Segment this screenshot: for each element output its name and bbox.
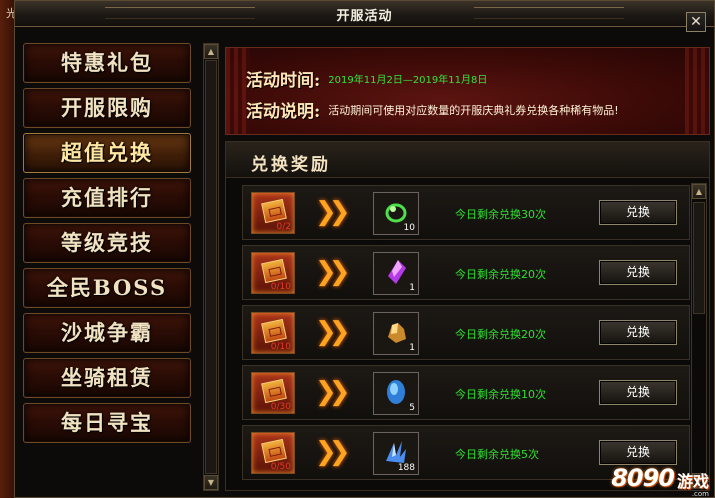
menu-item-limited-purchase[interactable]: 开服限购 [23, 88, 191, 128]
menu-item-castle-war[interactable]: 沙城争霸 [23, 313, 191, 353]
item-quantity: 1 [409, 283, 415, 293]
coupon-count: 0/50 [270, 462, 291, 472]
coupon-icon: 0/10 [251, 252, 295, 294]
reward-item-slot[interactable]: 1 [373, 312, 419, 355]
section-header: 兑换奖励 [226, 142, 709, 178]
double-arrow-icon: ❯❯ [315, 197, 350, 227]
site-watermark: 8090 游戏 .com [611, 464, 709, 498]
menu-item-special-gift[interactable]: 特惠礼包 [23, 43, 191, 83]
coupon-count: 0/10 [270, 342, 291, 352]
double-arrow-icon: ❯❯ [315, 437, 350, 467]
reward-row: 0/10 ❯❯ 1 今日剩余兑换20次 兑换 [242, 305, 690, 360]
activity-desc-value: 活动期间可使用对应数量的开服庆典礼券兑换各种稀有物品! [328, 103, 619, 117]
reward-item-slot[interactable]: 1 [373, 252, 419, 295]
scroll-up-arrow-icon[interactable]: ▲ [204, 44, 218, 59]
activity-desc-row: 活动说明: 活动期间可使用对应数量的开服庆典礼券兑换各种稀有物品! [246, 97, 619, 122]
item-quantity: 10 [403, 223, 415, 233]
blue-crystal-icon [386, 441, 406, 463]
exchange-button[interactable]: 兑换 [599, 440, 677, 465]
coupon-count: 0/30 [270, 402, 291, 412]
menu-scrollbar[interactable]: ▲ ▼ [203, 43, 219, 491]
curtain-right-decoration [685, 48, 709, 134]
remaining-exchanges: 今日剩余兑换20次 [455, 328, 546, 341]
menu-item-value-exchange[interactable]: 超值兑换 [23, 133, 191, 173]
gold-ore-icon [388, 323, 406, 343]
menu-item-mount-rental[interactable]: 坐骑租赁 [23, 358, 191, 398]
remaining-exchanges: 今日剩余兑换5次 [455, 448, 539, 461]
remaining-exchanges: 今日剩余兑换10次 [455, 388, 546, 401]
watermark-domain: .com [691, 490, 709, 498]
scroll-up-arrow-icon[interactable]: ▲ [692, 184, 706, 199]
scroll-thumb[interactable] [693, 202, 705, 314]
double-arrow-icon: ❯❯ [315, 317, 350, 347]
watermark-number: 8090 [611, 464, 675, 492]
reward-item-slot[interactable]: 5 [373, 372, 419, 415]
purple-shard-icon [388, 260, 406, 284]
menu-item-level-competition[interactable]: 等级竞技 [23, 223, 191, 263]
activity-time-row: 活动时间: 2019年11月2日—2019年11月8日 [246, 66, 487, 91]
exchange-button[interactable]: 兑换 [599, 320, 677, 345]
coupon-icon: 0/30 [251, 372, 295, 414]
green-ring-icon [385, 203, 407, 223]
watermark-text: 游戏 [676, 472, 709, 491]
blue-stone-icon [387, 380, 405, 404]
close-button[interactable]: ✕ [686, 12, 706, 32]
rewards-scrollbar[interactable]: ▲ ▼ [691, 183, 707, 489]
activity-time-label: 活动时间: [246, 71, 321, 91]
exchange-button[interactable]: 兑换 [599, 380, 677, 405]
reward-item-slot[interactable]: 188 [373, 432, 419, 475]
exchange-button[interactable]: 兑换 [599, 200, 677, 225]
coupon-count: 0/2 [276, 222, 291, 232]
section-title: 兑换奖励 [251, 155, 331, 175]
item-quantity: 5 [409, 403, 415, 413]
item-quantity: 188 [397, 463, 415, 473]
activity-time-value: 2019年11月2日—2019年11月8日 [328, 75, 488, 86]
coupon-count: 0/10 [270, 282, 291, 292]
double-arrow-icon: ❯❯ [315, 257, 350, 287]
reward-row: 0/10 ❯❯ 1 今日剩余兑换20次 兑换 [242, 245, 690, 300]
menu-item-recharge-ranking[interactable]: 充值排行 [23, 178, 191, 218]
exchange-button[interactable]: 兑换 [599, 260, 677, 285]
title-bar: 开服活动 [15, 1, 714, 27]
scroll-down-arrow-icon[interactable]: ▼ [204, 475, 218, 490]
activity-desc-label: 活动说明: [246, 102, 321, 122]
coupon-icon: 0/50 [251, 432, 295, 474]
reward-row: 0/2 ❯❯ 10 今日剩余兑换30次 兑换 [242, 185, 690, 240]
coupon-icon: 0/10 [251, 312, 295, 354]
remaining-exchanges: 今日剩余兑换30次 [455, 208, 546, 221]
remaining-exchanges: 今日剩余兑换20次 [455, 268, 546, 281]
event-window: 开服活动 ✕ 特惠礼包 开服限购 超值兑换 充值排行 等级竞技 全民BOSS 沙… [14, 0, 715, 498]
activity-menu: 特惠礼包 开服限购 超值兑换 充值排行 等级竞技 全民BOSS 沙城争霸 坐骑租… [23, 43, 193, 448]
item-quantity: 1 [409, 343, 415, 353]
reward-row: 0/30 ❯❯ 5 今日剩余兑换10次 兑换 [242, 365, 690, 420]
reward-item-slot[interactable]: 10 [373, 192, 419, 235]
menu-item-world-boss[interactable]: 全民BOSS [23, 268, 191, 308]
scroll-thumb[interactable] [205, 60, 217, 474]
exchange-rewards-section: 兑换奖励 0/2 ❯❯ 10 今日剩余兑换30次 兑换 0/10 ❯❯ 1 今日… [225, 141, 710, 491]
window-title: 开服活动 [336, 9, 393, 24]
menu-item-daily-treasure[interactable]: 每日寻宝 [23, 403, 191, 443]
activity-info-banner: 活动时间: 2019年11月2日—2019年11月8日 活动说明: 活动期间可使… [225, 47, 710, 135]
coupon-icon: 0/2 [251, 192, 295, 234]
double-arrow-icon: ❯❯ [315, 377, 350, 407]
